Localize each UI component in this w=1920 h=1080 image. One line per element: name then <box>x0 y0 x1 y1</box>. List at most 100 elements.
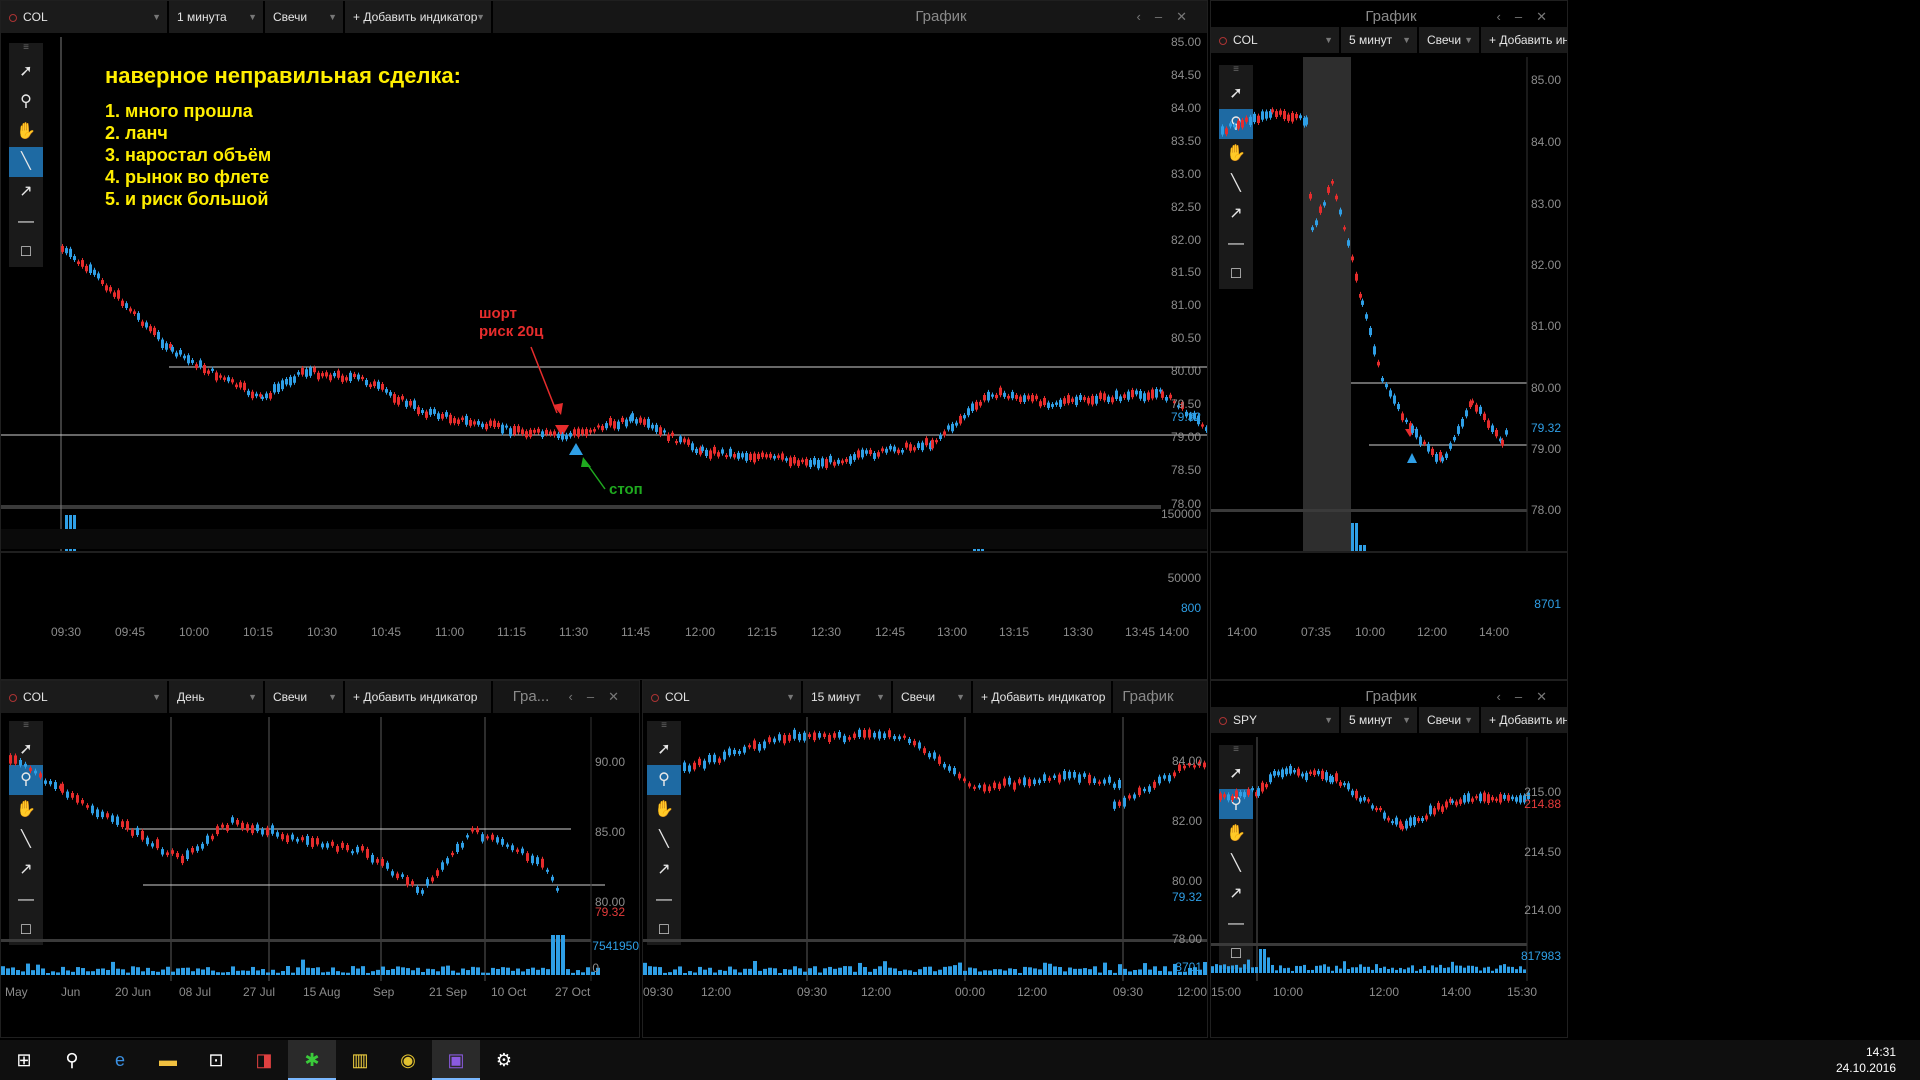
candle-body <box>671 432 674 437</box>
navigator-strip[interactable] <box>1 529 1207 549</box>
candle-body <box>888 730 891 738</box>
candle-body <box>501 838 504 845</box>
candle-body <box>893 736 896 740</box>
volume-bar <box>1499 965 1502 973</box>
candle-body <box>918 742 921 749</box>
store-icon[interactable]: ⊡ <box>192 1040 240 1080</box>
trading-app-icon[interactable]: ▣ <box>432 1040 480 1080</box>
volume-bar <box>1307 969 1310 973</box>
volume-bar <box>823 968 827 975</box>
candle-body <box>705 449 708 456</box>
volume-bar <box>71 971 75 975</box>
candle-body <box>437 413 440 420</box>
candle-body <box>441 413 444 419</box>
price-candles <box>683 727 1206 811</box>
volume-bar <box>1128 971 1132 975</box>
candle-body <box>336 846 339 852</box>
windows-start-icon[interactable]: ⊞ <box>0 1040 48 1080</box>
volume-bar <box>1123 968 1127 975</box>
candle-body <box>546 869 549 872</box>
candle-body <box>683 438 686 443</box>
volume-bar <box>356 968 360 975</box>
price-tick: 214.50 <box>1524 845 1561 859</box>
candle-body <box>357 374 360 380</box>
candle-body <box>285 378 288 385</box>
volume-bar <box>346 972 350 975</box>
volume-bar <box>1459 965 1462 973</box>
candle-body <box>66 791 69 798</box>
candle-body <box>391 871 394 876</box>
candle-body <box>1128 795 1131 799</box>
volume-bar <box>131 966 135 975</box>
volume-bar <box>1423 965 1426 973</box>
candle-body <box>1067 395 1070 404</box>
candle-body <box>191 847 194 853</box>
volume-bar <box>576 970 580 975</box>
candle-body <box>841 460 844 464</box>
volume-bar <box>838 967 842 975</box>
volume-bar <box>571 972 575 975</box>
price-tick: 84.50 <box>1170 68 1201 82</box>
candle-body <box>973 786 976 789</box>
volume-bar <box>1359 964 1362 973</box>
candle-body <box>301 368 304 375</box>
settings-icon[interactable]: ⚙ <box>480 1040 528 1080</box>
current-price: 79.32 <box>1170 410 1201 424</box>
candle-body <box>821 458 824 467</box>
candle-body <box>983 784 986 792</box>
candle-body <box>276 832 279 837</box>
chart-app-icon[interactable]: ▥ <box>336 1040 384 1080</box>
volume-bar <box>958 962 962 975</box>
search-icon[interactable]: ⚲ <box>48 1040 96 1080</box>
volume-bar <box>476 967 480 975</box>
candle-body <box>838 731 841 738</box>
file-explorer-icon[interactable]: ▬ <box>144 1040 192 1080</box>
candle-body <box>679 436 682 443</box>
candle-body <box>206 835 209 844</box>
volume-bar <box>536 969 540 975</box>
volume-bar <box>988 970 992 975</box>
volume-bar <box>1511 966 1514 973</box>
current-price: 79.32 <box>594 905 625 919</box>
volume-bar <box>1023 966 1027 975</box>
candle-body <box>1315 220 1318 226</box>
candle-body <box>849 456 852 464</box>
game-icon[interactable]: ✱ <box>288 1040 336 1080</box>
main-price-chart[interactable] <box>1 1 1208 552</box>
candle-body <box>1431 448 1434 456</box>
excel-like-icon[interactable]: ◨ <box>240 1040 288 1080</box>
volume-bar <box>261 969 265 975</box>
candle-body <box>1395 817 1398 825</box>
candle-body <box>1103 779 1106 784</box>
volume-bar <box>251 966 255 975</box>
edge-icon[interactable]: e <box>96 1040 144 1080</box>
candle-body <box>1335 195 1338 200</box>
candle-body <box>788 734 791 741</box>
candle-body <box>733 454 736 458</box>
candle-body <box>296 838 299 842</box>
candle-body <box>471 828 474 832</box>
candle-body <box>928 753 931 758</box>
candle-body <box>863 729 866 738</box>
volume-bar <box>1367 966 1370 973</box>
top-right-price-chart[interactable] <box>1211 1 1568 552</box>
system-clock[interactable]: 14:31 24.10.2016 <box>1836 1044 1896 1076</box>
candle-body <box>176 853 179 858</box>
candle-body <box>967 408 970 416</box>
candle-body <box>963 415 966 419</box>
volume-bar <box>556 935 560 975</box>
candle-body <box>1071 398 1074 402</box>
chrome-icon[interactable]: ◉ <box>384 1040 432 1080</box>
candle-body <box>1401 413 1404 421</box>
candle-body <box>1093 778 1096 784</box>
candle-body <box>106 813 109 818</box>
volume-bar <box>1118 964 1122 975</box>
candle-body <box>1295 114 1298 119</box>
candle-body <box>1429 805 1432 815</box>
volume-current: 8701 <box>1534 597 1561 611</box>
volume-bar <box>928 966 932 975</box>
candle-body <box>69 248 72 257</box>
candle-body <box>773 455 776 459</box>
candle-body <box>1377 361 1380 366</box>
volume-bar <box>486 972 490 975</box>
